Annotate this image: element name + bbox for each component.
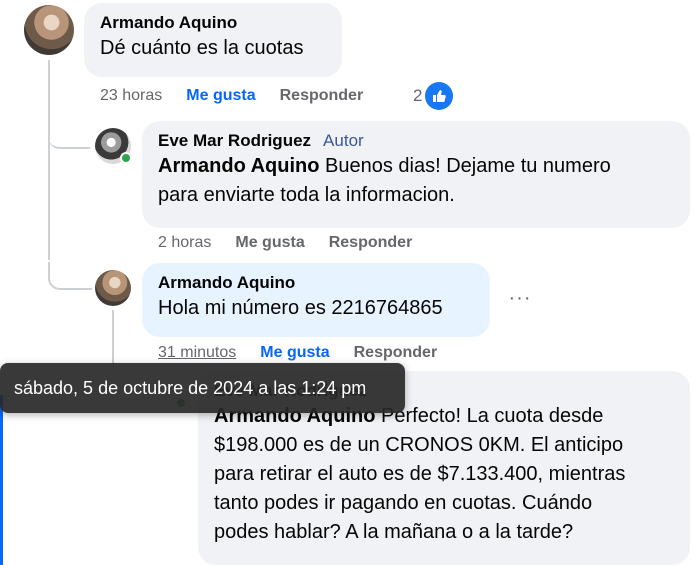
comment-thread: Armando Aquino Dé cuánto es la cuotas 23… [0,0,694,565]
thread-connector [48,262,92,290]
avatar[interactable] [24,5,74,55]
comment-bubble: Armando Aquino Dé cuánto es la cuotas [84,3,342,77]
reaction-summary[interactable]: 2 [413,82,454,110]
reply-button[interactable]: Responder [329,234,413,252]
comment-text-line: Perfecto! La cuota desde [375,405,604,427]
comment-timestamp[interactable]: 23 horas [100,87,162,105]
thread-line [112,310,114,370]
reaction-count: 2 [413,86,423,105]
mention-link[interactable]: Armando Aquino [158,155,319,177]
comment-text-line: Buenos dias! Dejame tu numero [319,155,611,177]
highlight-accent-bar [0,395,3,565]
reply-button[interactable]: Responder [354,344,438,362]
comment-author-line: Eve Mar Rodriguez Autor [158,130,674,152]
comment-author[interactable]: Armando Aquino [158,272,474,294]
comment-text-line: tanto podes ir pagando en cuotas. Cuándo [214,492,593,514]
comment-actions: 2 horas Me gusta Responder [158,234,436,252]
online-status-dot [120,152,132,164]
comment-actions: 31 minutos Me gusta Responder [158,344,461,362]
comment-author[interactable]: Eve Mar Rodriguez [158,131,311,150]
timestamp-tooltip: sábado, 5 de octubre de 2024 a las 1:24 … [0,363,405,413]
comment-text-line: para enviarte toda la informacion. [158,184,455,206]
thread-line [48,60,50,260]
comment-actions: 23 horas Me gusta Responder [100,87,387,105]
avatar[interactable] [95,270,131,306]
comment-text: Hola mi número es 2216764865 [158,297,443,319]
comment-text: Armando Aquino Buenos dias! Dejame tu nu… [158,152,674,181]
like-button[interactable]: Me gusta [260,344,329,362]
reply-button[interactable]: Responder [280,87,364,105]
like-button[interactable]: Me gusta [186,87,255,105]
comment-text-line: para retirar el auto es de $7.133.400, m… [214,463,626,485]
comment-bubble: Armando Aquino Hola mi número es 2216764… [142,263,490,337]
comment-text-line: $198.000 es de un CRONOS 0KM. El anticip… [214,434,624,456]
comment-text-line: podes hablar? A la mañana o a la tarde? [214,521,574,543]
thread-connector [48,125,90,149]
like-button[interactable]: Me gusta [235,234,304,252]
comment-text: Dé cuánto es la cuotas [100,37,304,59]
more-options-button[interactable]: ··· [505,286,535,310]
comment-author[interactable]: Armando Aquino [100,12,326,34]
comment-timestamp[interactable]: 31 minutos [158,344,236,362]
comment-timestamp[interactable]: 2 horas [158,234,211,252]
thumbs-up-icon [425,82,454,110]
author-badge: Autor [323,131,364,150]
comment-bubble: Eve Mar Rodriguez Autor Armando Aquino Bu… [142,121,690,228]
